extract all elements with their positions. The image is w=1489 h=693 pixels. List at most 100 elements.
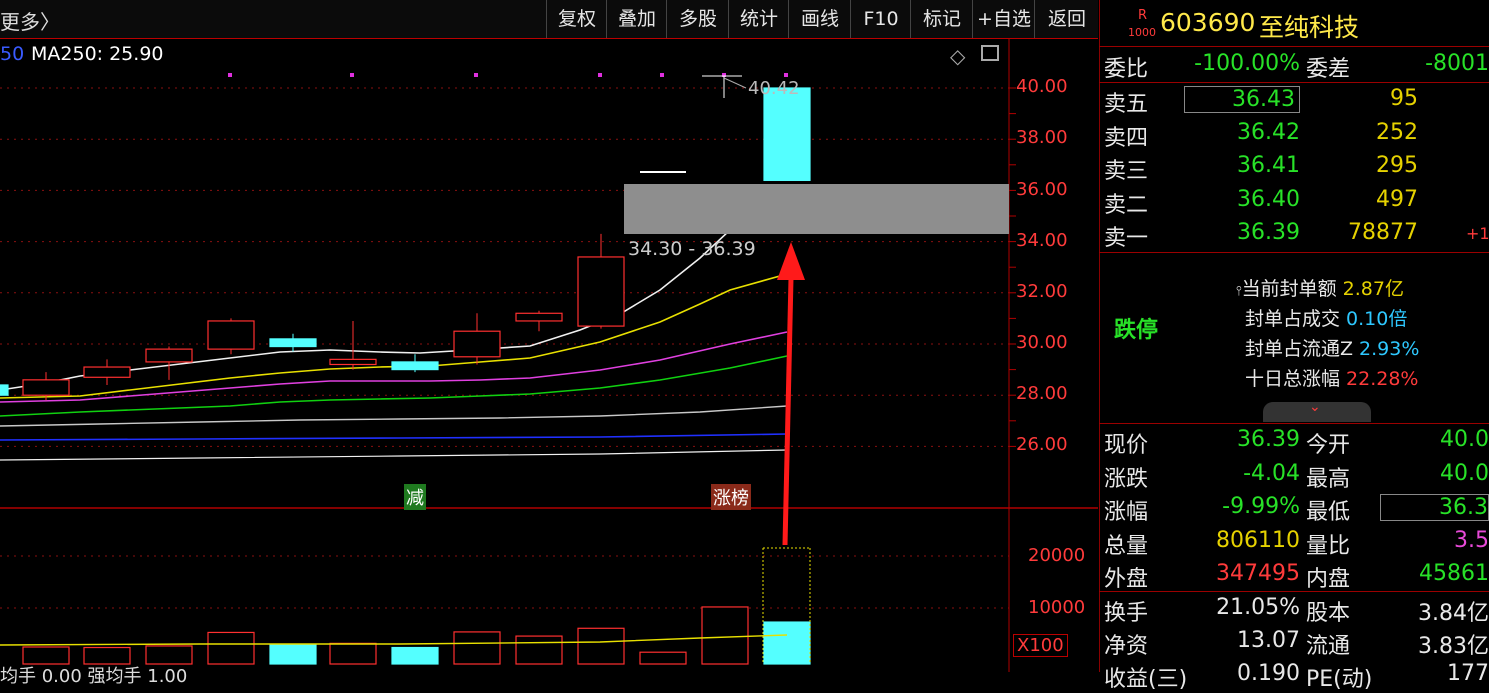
price-tick: 32.00: [1016, 281, 1068, 302]
stock-info-label: 净资: [1104, 634, 1149, 659]
quote-value: -4.04: [1243, 460, 1300, 486]
ask-level-label: 卖四: [1104, 125, 1149, 151]
seal-row: 十日总涨幅 22.28%: [1245, 368, 1419, 390]
volume-ma-line: [0, 634, 788, 646]
quote-label: 涨幅: [1104, 500, 1149, 525]
ask-price[interactable]: 36.43: [1184, 86, 1300, 113]
stock-info-label: 流通: [1306, 634, 1351, 659]
price-tick: 36.00: [1016, 179, 1068, 200]
candle-body: [391, 361, 439, 371]
red-arrow: [782, 277, 794, 546]
candle-body: [0, 384, 9, 396]
weibi-value: -100.00%: [1194, 51, 1300, 76]
volume-bar: [329, 642, 377, 665]
volume-tick: 20000: [1028, 545, 1086, 566]
volume-bar: [701, 606, 749, 665]
ask-volume: 295: [1376, 153, 1418, 178]
ask-price[interactable]: 36.41: [1184, 153, 1300, 178]
price-tick: 34.00: [1016, 230, 1068, 251]
quote-value: 40.0: [1440, 427, 1489, 452]
candle-body: [83, 366, 131, 378]
seal-row: ⫯当前封单额 2.87亿: [1236, 278, 1404, 300]
stock-info-value: 3.83亿: [1418, 634, 1489, 659]
volume-bar: [207, 631, 255, 665]
seal-row: 封单占成交 0.10倍: [1245, 308, 1408, 330]
price-tick: 26.00: [1016, 434, 1068, 455]
quote-label: 涨跌: [1104, 466, 1149, 492]
candle-body: [329, 358, 377, 366]
ask-volume: 95: [1390, 86, 1418, 111]
candle-body: [22, 379, 70, 396]
quote-label: 内盘: [1306, 567, 1351, 592]
stock-name: 至纯科技: [1259, 13, 1360, 42]
candle-body: [207, 320, 255, 350]
volume-bar: [391, 646, 439, 665]
volume-bar: [577, 627, 625, 665]
ma-line-blue: [0, 433, 788, 441]
limit-status: 跌停: [1114, 318, 1159, 343]
volume-bar: [763, 621, 811, 665]
weicha-value: -8001: [1425, 51, 1489, 76]
weibi-label: 委比: [1104, 57, 1149, 82]
price-tick: 30.00: [1016, 332, 1068, 353]
quote-label: 最高: [1306, 466, 1351, 492]
stock-info-label: 换手: [1104, 601, 1149, 626]
candle-body: [145, 348, 193, 363]
badge-1000: 1000: [1128, 26, 1156, 39]
quote-value: 3.5: [1454, 527, 1489, 553]
ask-level-label: 卖五: [1104, 92, 1149, 117]
ask-change: +1: [1466, 224, 1489, 243]
weicha-label: 委差: [1306, 57, 1351, 82]
volume-bar: [269, 644, 317, 665]
stock-code: 603690: [1160, 8, 1256, 37]
quote-label: 现价: [1104, 433, 1149, 458]
limit-list-tag[interactable]: 涨榜: [711, 484, 751, 510]
ma-line-gray: [0, 405, 788, 427]
candle-body: [515, 312, 563, 322]
stock-info-label: PE(动): [1306, 667, 1373, 692]
quote-value: 806110: [1216, 527, 1300, 553]
volume-indicator-text: 均手 0.00 强均手 1.00: [0, 666, 188, 687]
quote-value: 36.3: [1380, 494, 1489, 521]
stock-info-label: 股本: [1306, 601, 1351, 626]
quote-value: -9.99%: [1222, 494, 1300, 519]
candle-body: [763, 87, 811, 182]
ask-level-label: 卖一: [1104, 226, 1149, 251]
stock-info-value: 13.07: [1237, 628, 1300, 653]
ask-level-label: 卖三: [1104, 159, 1149, 184]
ask-volume: 497: [1376, 186, 1418, 212]
candle-body: [453, 330, 501, 358]
quote-value: 36.39: [1237, 427, 1300, 452]
volume-unit-badge[interactable]: X100: [1013, 634, 1068, 657]
badge-r: R: [1138, 8, 1148, 23]
double-chevron-down-icon: ⌄: [1309, 399, 1321, 415]
stock-info-value: 0.190: [1237, 661, 1300, 686]
seal-row: 封单占流通Z 2.93%: [1245, 338, 1420, 360]
candle-body: [577, 256, 625, 327]
ask-level-label: 卖二: [1104, 192, 1149, 218]
quote-label: 最低: [1306, 500, 1351, 525]
ask-price[interactable]: 36.40: [1184, 187, 1300, 212]
volume-bar: [453, 631, 501, 665]
reduce-tag[interactable]: 减: [404, 484, 426, 510]
volume-tick: 10000: [1028, 597, 1086, 618]
high-price-label: 40.42: [748, 78, 800, 99]
stock-info-value: 3.84亿: [1418, 601, 1489, 626]
kline-chart[interactable]: [0, 0, 1098, 672]
price-tick: 38.00: [1016, 127, 1068, 148]
collapse-tab[interactable]: ⌄: [1263, 399, 1371, 422]
stock-info-value: 21.05%: [1216, 595, 1300, 620]
ask-price[interactable]: 36.39: [1184, 220, 1300, 245]
candle-body: [269, 338, 317, 348]
ask-volume: 78877: [1348, 220, 1418, 245]
stock-info-label: 收益(三): [1104, 667, 1188, 692]
volume-bar: [515, 635, 563, 665]
quote-value: 347495: [1216, 561, 1300, 586]
quote-label: 总量: [1104, 533, 1149, 559]
ask-price[interactable]: 36.42: [1184, 120, 1300, 145]
stock-info-value: 177: [1447, 661, 1489, 686]
quote-value: 45861: [1419, 561, 1489, 586]
quote-label: 外盘: [1104, 567, 1149, 592]
quote-label: 今开: [1306, 433, 1351, 458]
ma-line-white-flat: [0, 449, 788, 461]
